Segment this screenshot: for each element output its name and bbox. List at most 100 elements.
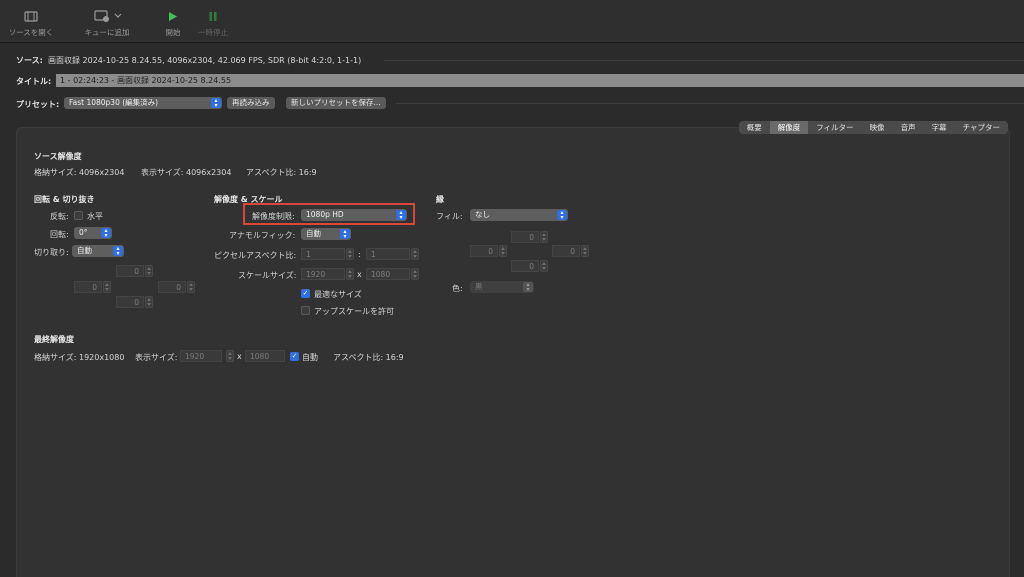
- start-button[interactable]: 開始: [160, 8, 186, 38]
- crop-top-input[interactable]: 0: [116, 265, 144, 277]
- border-heading: 縁: [436, 195, 444, 204]
- add-queue-icon: [94, 10, 122, 22]
- tab-audio[interactable]: 音声: [893, 121, 924, 134]
- crop-value: 自動: [77, 246, 92, 255]
- tab-subtitles[interactable]: 字幕: [924, 121, 955, 134]
- crop-bottom-stepper[interactable]: [145, 296, 153, 308]
- anamorphic-label: アナモルフィック:: [229, 231, 296, 240]
- crop-right-stepper[interactable]: [187, 281, 195, 293]
- border-right-stepper[interactable]: [581, 245, 589, 257]
- add-to-queue-label: キューに追加: [84, 28, 130, 37]
- optimal-size-checkbox[interactable]: ✓: [301, 289, 310, 298]
- chevron-updown-icon: ▴ ▾: [557, 210, 567, 221]
- border-top-input[interactable]: 0: [511, 231, 539, 243]
- chevron-updown-icon: ▴ ▾: [523, 282, 533, 293]
- final-display-height-input[interactable]: 1080: [245, 350, 285, 362]
- save-new-preset-button[interactable]: 新しいプリセットを保存...: [286, 97, 386, 109]
- optimal-size-label: 最適なサイズ: [314, 290, 362, 299]
- crop-right-input[interactable]: 0: [158, 281, 186, 293]
- preset-select[interactable]: Fast 1080p30 (編集済み) ▴ ▾: [64, 97, 222, 109]
- final-aspect-ratio: アスペクト比: 16:9: [333, 353, 404, 362]
- rotate-select[interactable]: 0° ▴ ▾: [74, 227, 112, 239]
- pixel-aspect-label: ピクセルアスペクト比:: [214, 251, 297, 260]
- pause-icon: [209, 11, 217, 21]
- crop-left-stepper[interactable]: [103, 281, 111, 293]
- flip-label: 反転:: [50, 212, 69, 221]
- open-source-button[interactable]: ソースを開く: [6, 8, 56, 38]
- scale-width-stepper[interactable]: [346, 268, 354, 280]
- final-resolution-heading: 最終解像度: [34, 335, 74, 344]
- pixel-aspect-width-stepper[interactable]: [346, 248, 354, 260]
- source-label: ソース:: [16, 56, 43, 65]
- fill-value: なし: [475, 210, 490, 219]
- crop-select[interactable]: 自動 ▴ ▾: [72, 245, 124, 257]
- crop-top-stepper[interactable]: [145, 265, 153, 277]
- pause-label: 一時停止: [198, 28, 228, 37]
- tab-filters[interactable]: フィルター: [808, 121, 861, 134]
- border-left-input[interactable]: 0: [470, 245, 498, 257]
- rotate-label: 回転:: [50, 230, 69, 239]
- final-auto-checkbox[interactable]: ✓: [290, 352, 299, 361]
- start-label: 開始: [165, 28, 181, 37]
- crop-bottom-input[interactable]: 0: [116, 296, 144, 308]
- pixel-aspect-colon: :: [358, 250, 361, 259]
- anamorphic-value: 自動: [306, 229, 321, 238]
- source-separator: [384, 60, 1024, 61]
- source-value: 画面収録 2024-10-25 8.24.55, 4096x2304, 42.0…: [48, 56, 362, 65]
- highlight-box: [243, 203, 415, 225]
- border-bottom-input[interactable]: 0: [511, 260, 539, 272]
- scale-x: x: [357, 270, 362, 279]
- border-left-stepper[interactable]: [499, 245, 507, 257]
- color-value: 黒: [475, 282, 483, 291]
- tab-bar: 概要 解像度 フィルター 映像 音声 字幕 チャプター: [738, 121, 1008, 134]
- add-to-queue-button[interactable]: キューに追加: [80, 8, 134, 38]
- final-auto-label: 自動: [302, 353, 318, 362]
- pixel-aspect-height-input[interactable]: 1: [366, 248, 410, 260]
- flip-horizontal-checkbox[interactable]: [74, 211, 83, 220]
- final-display-width-input[interactable]: 1920: [180, 350, 222, 362]
- border-bottom-stepper[interactable]: [540, 260, 548, 272]
- title-select[interactable]: 1 - 02:24:23 - 画面収録 2024-10-25 8.24.55: [56, 74, 1024, 87]
- crop-left-input[interactable]: 0: [74, 281, 102, 293]
- tab-summary[interactable]: 概要: [739, 121, 770, 134]
- border-right-input[interactable]: 0: [552, 245, 580, 257]
- chevron-updown-icon: ▴ ▾: [211, 98, 221, 109]
- final-display-label: 表示サイズ:: [135, 353, 178, 362]
- rotate-value: 0°: [79, 228, 88, 237]
- preset-label: プリセット:: [16, 100, 60, 109]
- final-storage-size: 格納サイズ: 1920x1080: [34, 353, 125, 362]
- toolbar: ソースを開く キューに追加 開始 一時停止: [0, 0, 1024, 43]
- fill-select[interactable]: なし ▴ ▾: [470, 209, 568, 221]
- scale-width-input[interactable]: 1920: [301, 268, 345, 280]
- tab-dimensions[interactable]: 解像度: [769, 121, 809, 134]
- rotate-crop-heading: 回転 & 切り抜き: [34, 195, 95, 204]
- flip-horizontal-label: 水平: [87, 212, 103, 221]
- scale-height-input[interactable]: 1080: [366, 268, 410, 280]
- fill-label: フィル:: [436, 212, 463, 221]
- play-icon: [169, 11, 177, 21]
- chevron-updown-icon: ▴ ▾: [101, 228, 111, 239]
- anamorphic-select[interactable]: 自動 ▴ ▾: [301, 228, 351, 240]
- scale-height-stepper[interactable]: [411, 268, 419, 280]
- open-source-label: ソースを開く: [8, 28, 54, 37]
- pause-button[interactable]: 一時停止: [196, 8, 230, 38]
- preset-separator: [396, 103, 1024, 104]
- source-resolution-heading: ソース解像度: [34, 152, 82, 161]
- chevron-updown-icon: ▴ ▾: [113, 246, 123, 257]
- source-aspect-ratio: アスペクト比: 16:9: [246, 168, 317, 177]
- pixel-aspect-width-input[interactable]: 1: [301, 248, 345, 260]
- color-select[interactable]: 黒 ▴ ▾: [470, 281, 534, 293]
- reload-button[interactable]: 再読み込み: [227, 97, 275, 109]
- allow-upscale-label: アップスケールを許可: [314, 307, 394, 316]
- chevron-updown-icon: ▴ ▾: [340, 229, 350, 240]
- title-label: タイトル:: [16, 77, 52, 86]
- final-display-width-stepper[interactable]: [226, 350, 234, 362]
- preset-value: Fast 1080p30 (編集済み): [69, 98, 159, 107]
- border-top-stepper[interactable]: [540, 231, 548, 243]
- tab-video[interactable]: 映像: [862, 121, 893, 134]
- tab-chapters[interactable]: チャプター: [955, 121, 1008, 134]
- film-icon: [24, 10, 38, 22]
- scale-size-label: スケールサイズ:: [238, 271, 297, 280]
- pixel-aspect-height-stepper[interactable]: [411, 248, 419, 260]
- allow-upscale-checkbox[interactable]: [301, 306, 310, 315]
